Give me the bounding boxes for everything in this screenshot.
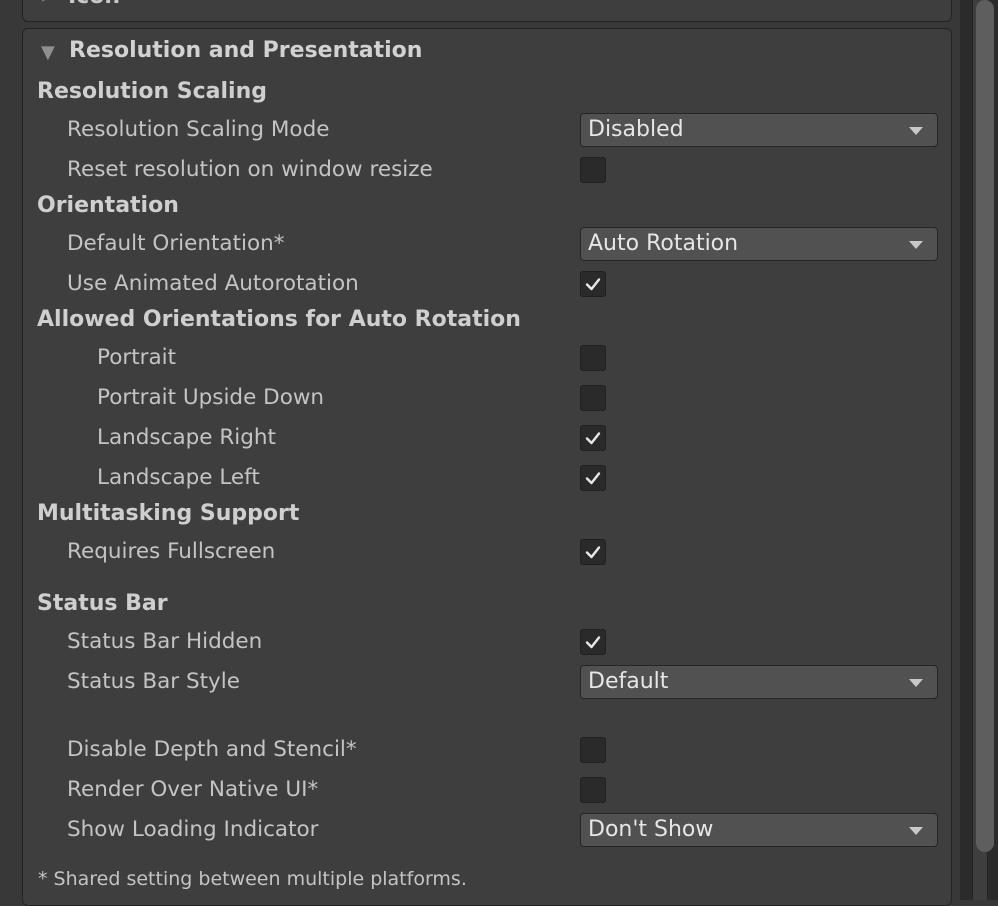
disable-depth-stencil-label: Disable Depth and Stencil* — [67, 737, 357, 762]
landscape-left-checkbox[interactable] — [580, 465, 606, 491]
dropdown-value: Default — [588, 669, 669, 694]
icon-section-title[interactable]: Icon — [68, 0, 120, 9]
portrait-upside-down-checkbox[interactable] — [580, 385, 606, 411]
requires-fullscreen-label: Requires Fullscreen — [67, 539, 276, 564]
checkmark-icon — [585, 546, 601, 559]
portrait-upside-down-label: Portrait Upside Down — [97, 385, 325, 410]
scrollbar-thumb[interactable] — [976, 0, 994, 852]
disable-depth-stencil-checkbox[interactable] — [580, 737, 606, 763]
status-bar-hidden-label: Status Bar Hidden — [67, 629, 263, 654]
dropdown-caret-icon — [909, 241, 923, 249]
reset-resolution-checkbox[interactable] — [580, 157, 606, 183]
default-orientation-label: Default Orientation* — [67, 231, 285, 256]
show-loading-indicator-label: Show Loading Indicator — [67, 817, 319, 842]
checkmark-icon — [585, 432, 601, 445]
resolution-scaling-mode-label: Resolution Scaling Mode — [67, 117, 330, 142]
shared-setting-footnote: * Shared setting between multiple platfo… — [38, 868, 467, 890]
orientation-header: Orientation — [37, 193, 179, 218]
default-orientation-dropdown[interactable]: Auto Rotation — [580, 227, 938, 261]
animated-autorotation-label: Use Animated Autorotation — [67, 271, 359, 296]
landscape-right-checkbox[interactable] — [580, 425, 606, 451]
dropdown-value: Don't Show — [588, 817, 714, 842]
status-bar-hidden-checkbox[interactable] — [580, 629, 606, 655]
icon-section-panel — [22, 0, 952, 22]
render-over-native-ui-label: Render Over Native UI* — [67, 777, 319, 802]
resolution-scaling-mode-dropdown[interactable]: Disabled — [580, 113, 938, 147]
render-over-native-ui-checkbox[interactable] — [580, 777, 606, 803]
requires-fullscreen-checkbox[interactable] — [580, 539, 606, 565]
status-bar-style-label: Status Bar Style — [67, 669, 240, 694]
checkmark-icon — [585, 636, 601, 649]
dropdown-value: Disabled — [588, 117, 684, 142]
status-bar-style-dropdown[interactable]: Default — [580, 665, 938, 699]
dropdown-caret-icon — [909, 827, 923, 835]
show-loading-indicator-dropdown[interactable]: Don't Show — [580, 813, 938, 847]
allowed-orientations-header: Allowed Orientations for Auto Rotation — [37, 307, 521, 332]
chevron-right-icon[interactable]: ▶ — [42, 0, 53, 4]
reset-resolution-label: Reset resolution on window resize — [67, 157, 433, 182]
status-bar-header: Status Bar — [37, 591, 168, 616]
landscape-right-label: Landscape Right — [97, 425, 276, 450]
landscape-left-label: Landscape Left — [97, 465, 260, 490]
checkmark-icon — [585, 472, 601, 485]
multitasking-support-header: Multitasking Support — [37, 501, 300, 526]
checkmark-icon — [585, 278, 601, 291]
portrait-checkbox[interactable] — [580, 345, 606, 371]
chevron-down-icon[interactable]: ▼ — [41, 42, 55, 63]
dropdown-caret-icon — [909, 679, 923, 687]
dropdown-value: Auto Rotation — [588, 231, 739, 256]
resolution-scaling-header: Resolution Scaling — [37, 79, 267, 104]
dropdown-caret-icon — [909, 127, 923, 135]
portrait-label: Portrait — [97, 345, 177, 370]
animated-autorotation-checkbox[interactable] — [580, 271, 606, 297]
section-title[interactable]: Resolution and Presentation — [69, 38, 422, 63]
